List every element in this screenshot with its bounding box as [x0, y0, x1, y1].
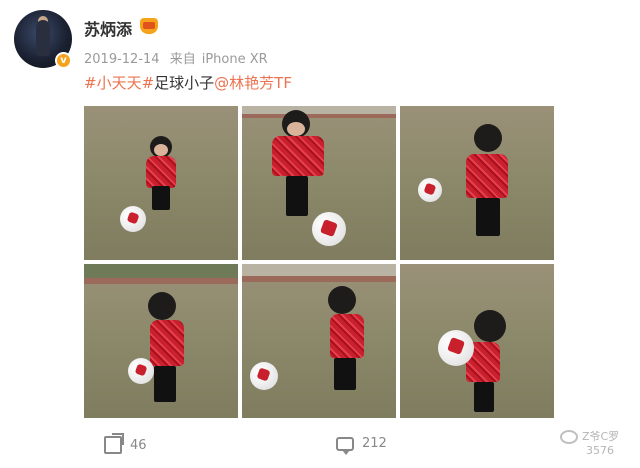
- photo-1[interactable]: [84, 106, 238, 260]
- avatar-figure: [36, 20, 50, 56]
- photo-5[interactable]: [242, 264, 396, 418]
- kid-face: [154, 144, 168, 156]
- sky: [84, 264, 238, 278]
- kid-torso: [466, 154, 508, 198]
- kid-torso: [330, 314, 364, 358]
- kid-torso: [150, 320, 184, 366]
- kid-head: [328, 286, 356, 314]
- fence: [242, 276, 396, 282]
- share-button[interactable]: 46: [104, 433, 147, 454]
- soccer-ball: [128, 358, 154, 384]
- share-count: 46: [130, 437, 147, 453]
- photo-4[interactable]: [84, 264, 238, 418]
- kid-legs: [286, 176, 308, 216]
- soccer-ball: [250, 362, 278, 390]
- kid-head: [148, 292, 176, 320]
- watermark-name: Z爷C罗: [582, 430, 620, 443]
- kid-legs: [334, 358, 356, 390]
- kid-head: [474, 124, 502, 152]
- soccer-ball: [418, 178, 442, 202]
- source-prefix: 来自: [169, 52, 196, 67]
- comment-button[interactable]: 212: [336, 436, 387, 455]
- kid-torso: [272, 136, 324, 176]
- kid-face: [287, 122, 305, 136]
- kid-legs: [476, 198, 500, 236]
- username[interactable]: 苏炳添: [84, 16, 132, 40]
- photo-3[interactable]: [400, 106, 554, 260]
- watermark: Z爷C罗 3576: [560, 430, 619, 458]
- comment-count: 212: [362, 436, 387, 451]
- post-text: #小天天#足球小子@林艳芳TF: [84, 72, 292, 93]
- kid-torso: [146, 156, 176, 188]
- fence: [242, 114, 396, 118]
- sky: [242, 264, 396, 276]
- kid-head: [474, 310, 506, 342]
- fence: [84, 278, 238, 284]
- watermark-number: 3576: [586, 444, 614, 457]
- device-name[interactable]: iPhone XR: [202, 52, 268, 67]
- kid-legs: [154, 366, 176, 402]
- post-body: 足球小子: [154, 74, 215, 92]
- vip-crown-icon: [140, 18, 158, 34]
- photo-2[interactable]: [242, 106, 396, 260]
- mention-link[interactable]: @林艳芳TF: [214, 74, 292, 92]
- verified-badge-icon: v: [55, 52, 72, 69]
- kid-legs: [152, 186, 170, 210]
- share-icon: [104, 433, 124, 454]
- post-date[interactable]: 2019-12-14: [84, 52, 160, 67]
- photo-6[interactable]: [400, 264, 554, 418]
- soccer-ball: [120, 206, 146, 232]
- comment-icon: [336, 436, 354, 455]
- wechat-icon: [560, 430, 578, 444]
- soccer-ball: [438, 330, 474, 366]
- kid-legs: [474, 382, 494, 412]
- soccer-ball: [312, 212, 346, 246]
- topic-link[interactable]: #小天天#: [84, 74, 154, 92]
- post-meta: 2019-12-14 来自 iPhone XR: [84, 48, 274, 67]
